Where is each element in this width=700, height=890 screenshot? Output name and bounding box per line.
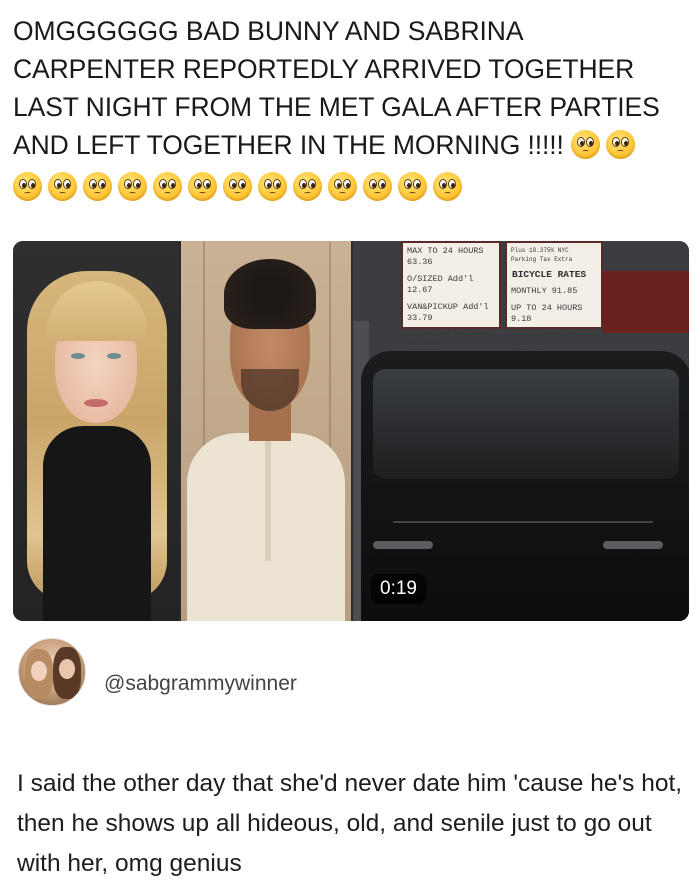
- car-headlight: [603, 541, 663, 549]
- sign-line: Plus 8.875% NYC Parking Tax Extra: [511, 332, 594, 348]
- video-timestamp[interactable]: 0:19: [371, 574, 426, 604]
- pleading-face-emoji-icon: [606, 130, 636, 159]
- eye: [107, 353, 121, 359]
- shirt-placket: [265, 441, 271, 561]
- avatar[interactable]: [18, 638, 86, 706]
- pleading-face-emoji-icon: [48, 172, 77, 201]
- pleading-face-emoji-icon: [433, 172, 462, 201]
- pleading-face-emoji-icon: [118, 172, 147, 201]
- lips: [84, 399, 108, 407]
- sabrina-carpenter-photo[interactable]: [13, 241, 179, 621]
- avatar-face: [31, 661, 47, 681]
- post-media[interactable]: MAX TO 24 HOURS 63.36 O/SIZED Add'l 12.6…: [13, 241, 689, 621]
- user-handle[interactable]: @sabgrammywinner: [104, 672, 297, 696]
- sign-line: UP TO 24 HOURS 9.18: [511, 303, 583, 324]
- bad-bunny-photo[interactable]: [181, 241, 351, 621]
- parking-garage-video[interactable]: MAX TO 24 HOURS 63.36 O/SIZED Add'l 12.6…: [353, 241, 689, 621]
- pleading-face-emoji-icon: [363, 172, 392, 201]
- car-hood-line: [393, 521, 653, 523]
- pleading-face-emoji-icon: [153, 172, 182, 201]
- pleading-face-emoji-icon: [258, 172, 287, 201]
- sign-line: MONTHLY 91.85: [511, 286, 578, 296]
- pleading-face-emoji-icon: [83, 172, 112, 201]
- headline-text: OMGGGGGG BAD BUNNY AND SABRINA CARPENTER…: [13, 16, 660, 160]
- sign-line: BICYCLE RATES: [512, 269, 587, 280]
- sign-line: Plus 18.375% NYC Parking Tax Extra: [407, 331, 494, 347]
- pleading-face-emoji-icon: [398, 172, 427, 201]
- pleading-face-emoji-icon: [328, 172, 357, 201]
- car-windshield: [373, 369, 679, 479]
- parking-rate-sign-left: MAX TO 24 HOURS 63.36 O/SIZED Add'l 12.6…: [401, 241, 501, 347]
- eye: [71, 353, 85, 359]
- car-headlight: [373, 541, 433, 549]
- pleading-face-emoji-icon: [13, 172, 42, 201]
- parking-rate-sign-right: Plus 18.375% NYC Parking Tax Extra BICYC…: [505, 241, 603, 348]
- avatar-face: [59, 659, 75, 679]
- pleading-face-emoji-icon: [293, 172, 322, 201]
- sign-line: VAN&PICKUP Add'l 33.79: [407, 302, 489, 323]
- comment-text: I said the other day that she'd never da…: [17, 770, 683, 877]
- post-headline: OMGGGGGG BAD BUNNY AND SABRINA CARPENTER…: [13, 12, 689, 164]
- pleading-face-emoji-icon: [223, 172, 252, 201]
- sign-line: Plus 18.375% NYC Parking Tax Extra: [511, 247, 573, 263]
- sign-line: MAX TO 24 HOURS 63.36: [407, 246, 484, 267]
- sign-line: O/SIZED Add'l 12.67: [407, 274, 474, 295]
- pleading-face-emoji-icon: [188, 172, 217, 201]
- headline-inline-emojis: [571, 130, 641, 160]
- black-top: [43, 426, 151, 621]
- emoji-row: [13, 172, 468, 206]
- garage-wall-panel: [603, 271, 689, 333]
- pleading-face-emoji-icon: [571, 130, 601, 159]
- curly-hair: [224, 259, 316, 329]
